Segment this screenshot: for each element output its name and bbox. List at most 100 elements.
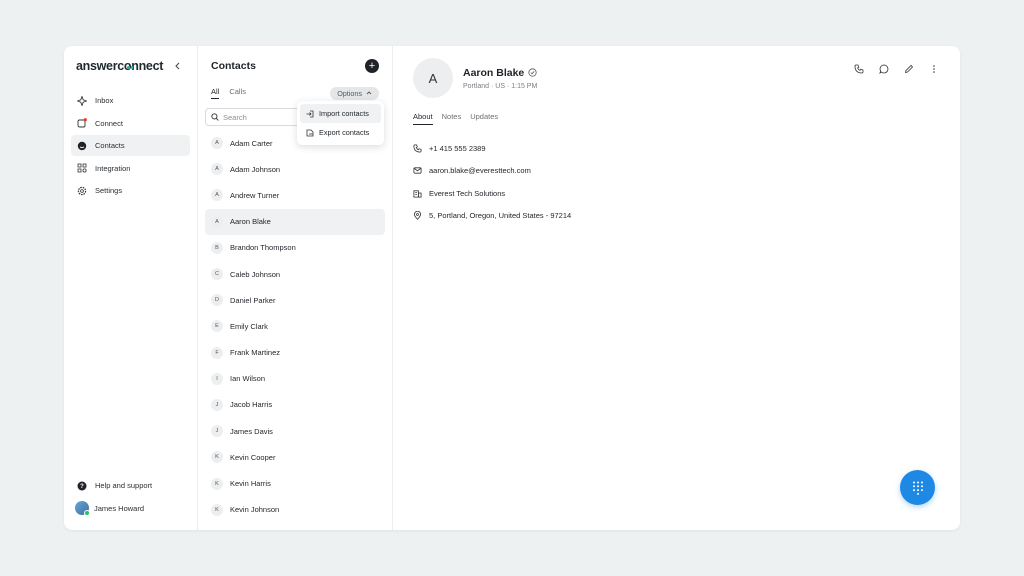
sidebar-item-label: Inbox [95, 96, 114, 105]
contact-row[interactable]: K Kevin Johnson [205, 497, 385, 523]
logo-text: answerconnect [76, 59, 164, 73]
sidebar-item-integration[interactable]: Integration [71, 158, 190, 179]
phone-call-button[interactable] [852, 62, 865, 75]
contact-detail: A Aaron Blake Portland · US · 1:15 PM Ab… [393, 46, 960, 530]
dialpad-button[interactable] [900, 470, 935, 505]
pencil-icon [904, 64, 913, 73]
contact-initial-avatar: J [211, 425, 223, 438]
contact-initial-avatar: K [211, 477, 223, 490]
logo-dots [127, 58, 135, 69]
contact-row[interactable]: C Caleb Johnson [205, 261, 385, 287]
export-contacts-label: Export contacts [319, 128, 370, 137]
options-button[interactable]: Options [330, 86, 379, 100]
contact-name: Daniel Parker [230, 295, 276, 305]
plus-icon: + [368, 59, 376, 72]
sidebar-footer: ? Help and support James Howard [71, 475, 190, 520]
sidebar-item-connect[interactable]: Connect [71, 113, 190, 134]
integration-icon [77, 163, 87, 173]
dialpad-icon [912, 481, 923, 495]
app-window: answerconnect Inbox Connect Contacts Int… [64, 46, 960, 530]
contact-name-row: Aaron Blake [463, 67, 537, 79]
info-email: aaron.blake@everesttech.com [413, 160, 940, 183]
building-icon [413, 188, 423, 198]
contact-name: Andrew Turner [230, 190, 280, 200]
gear-icon [77, 186, 87, 196]
tab-all[interactable]: All [211, 87, 220, 99]
contact-initial-avatar: C [211, 268, 223, 281]
sidebar-item-label: Connect [95, 118, 123, 128]
chat-bubble-icon [878, 64, 888, 74]
contact-name: Aaron Blake [463, 66, 525, 79]
search-input[interactable] [223, 112, 303, 122]
add-contact-button[interactable]: + [365, 59, 379, 73]
verified-icon [528, 68, 537, 77]
contact-initial-avatar: A [211, 137, 223, 150]
sidebar-item-inbox[interactable]: Inbox [71, 90, 190, 111]
export-contacts-item[interactable]: Export contacts [300, 123, 381, 142]
contact-row[interactable]: F Frank Martinez [205, 340, 385, 366]
email-address[interactable]: aaron.blake@everesttech.com [429, 166, 531, 175]
import-contacts-item[interactable]: Import contacts [300, 104, 381, 123]
contact-avatar: A [413, 58, 453, 98]
connect-icon [77, 118, 87, 128]
logo: answerconnect [76, 59, 163, 73]
tab-about[interactable]: About [413, 112, 433, 125]
import-contacts-label: Import contacts [319, 109, 369, 118]
sidebar-item-settings[interactable]: Settings [71, 180, 190, 201]
message-button[interactable] [877, 62, 890, 75]
avatar [75, 501, 90, 516]
contact-row[interactable]: E Emily Clark [205, 313, 385, 339]
contact-name: Caleb Johnson [230, 269, 281, 279]
contact-row[interactable]: D Daniel Parker [205, 287, 385, 313]
contact-row[interactable]: J James Davis [205, 418, 385, 444]
help-label: Help and support [95, 481, 153, 490]
sidebar-item-label: Integration [95, 163, 131, 173]
sidebar-nav: Inbox Connect Contacts Integration Setti… [71, 90, 190, 201]
contact-row[interactable]: K Kevin Harris [205, 470, 385, 496]
contact-row[interactable]: K Kevin Cooper [205, 444, 385, 470]
edit-button[interactable] [902, 62, 915, 75]
contact-row[interactable]: I Ian Wilson [205, 366, 385, 392]
phone-icon [413, 143, 423, 153]
contact-row[interactable]: B Brandon Thompson [205, 235, 385, 261]
contact-actions [852, 62, 940, 75]
contact-name: Adam Johnson [230, 164, 281, 174]
contact-initial-avatar: I [211, 372, 223, 385]
tab-updates[interactable]: Updates [470, 112, 498, 125]
contacts-tabs-row: All Calls Options [205, 86, 385, 100]
contact-info: +1 415 555 2389 aaron.blake@everesttech.… [413, 137, 940, 227]
mail-icon [413, 166, 423, 176]
page-title: Contacts [211, 60, 256, 72]
contact-name: Jacob Harris [230, 400, 273, 410]
contact-row[interactable]: J Jacob Harris [205, 392, 385, 418]
contact-initial-avatar: D [211, 294, 223, 307]
address: 5, Portland, Oregon, United States - 972… [429, 211, 572, 221]
phone-icon [854, 64, 863, 73]
more-button[interactable] [927, 62, 940, 75]
collapse-sidebar-button[interactable] [171, 59, 185, 73]
contact-name: Kevin Harris [230, 479, 271, 489]
more-vertical-icon [932, 64, 935, 73]
user-profile[interactable]: James Howard [71, 498, 190, 519]
contact-initial-avatar: E [211, 320, 223, 333]
import-icon [306, 110, 314, 118]
contact-initial-avatar: K [211, 451, 223, 464]
sidebar-item-contacts[interactable]: Contacts [71, 135, 190, 156]
company-name: Everest Tech Solutions [429, 188, 506, 198]
contact-row[interactable]: A Adam Johnson [205, 156, 385, 182]
contact-row[interactable]: A Andrew Turner [205, 182, 385, 208]
phone-number[interactable]: +1 415 555 2389 [429, 144, 486, 153]
sidebar: answerconnect Inbox Connect Contacts Int… [64, 46, 198, 530]
brand-header: answerconnect [71, 46, 190, 86]
contact-name: Brandon Thompson [230, 243, 296, 253]
tab-notes[interactable]: Notes [442, 112, 462, 125]
svg-text:?: ? [80, 484, 84, 490]
contact-name: Ian Wilson [230, 374, 266, 384]
contact-name: Kevin Cooper [230, 452, 276, 462]
tab-calls[interactable]: Calls [229, 87, 246, 99]
contact-initial-avatar: K [211, 503, 223, 516]
contact-initial-avatar: A [211, 189, 223, 202]
help-and-support-link[interactable]: ? Help and support [71, 475, 190, 496]
info-address: 5, Portland, Oregon, United States - 972… [413, 205, 940, 228]
contact-row[interactable]: A Aaron Blake [205, 208, 385, 235]
